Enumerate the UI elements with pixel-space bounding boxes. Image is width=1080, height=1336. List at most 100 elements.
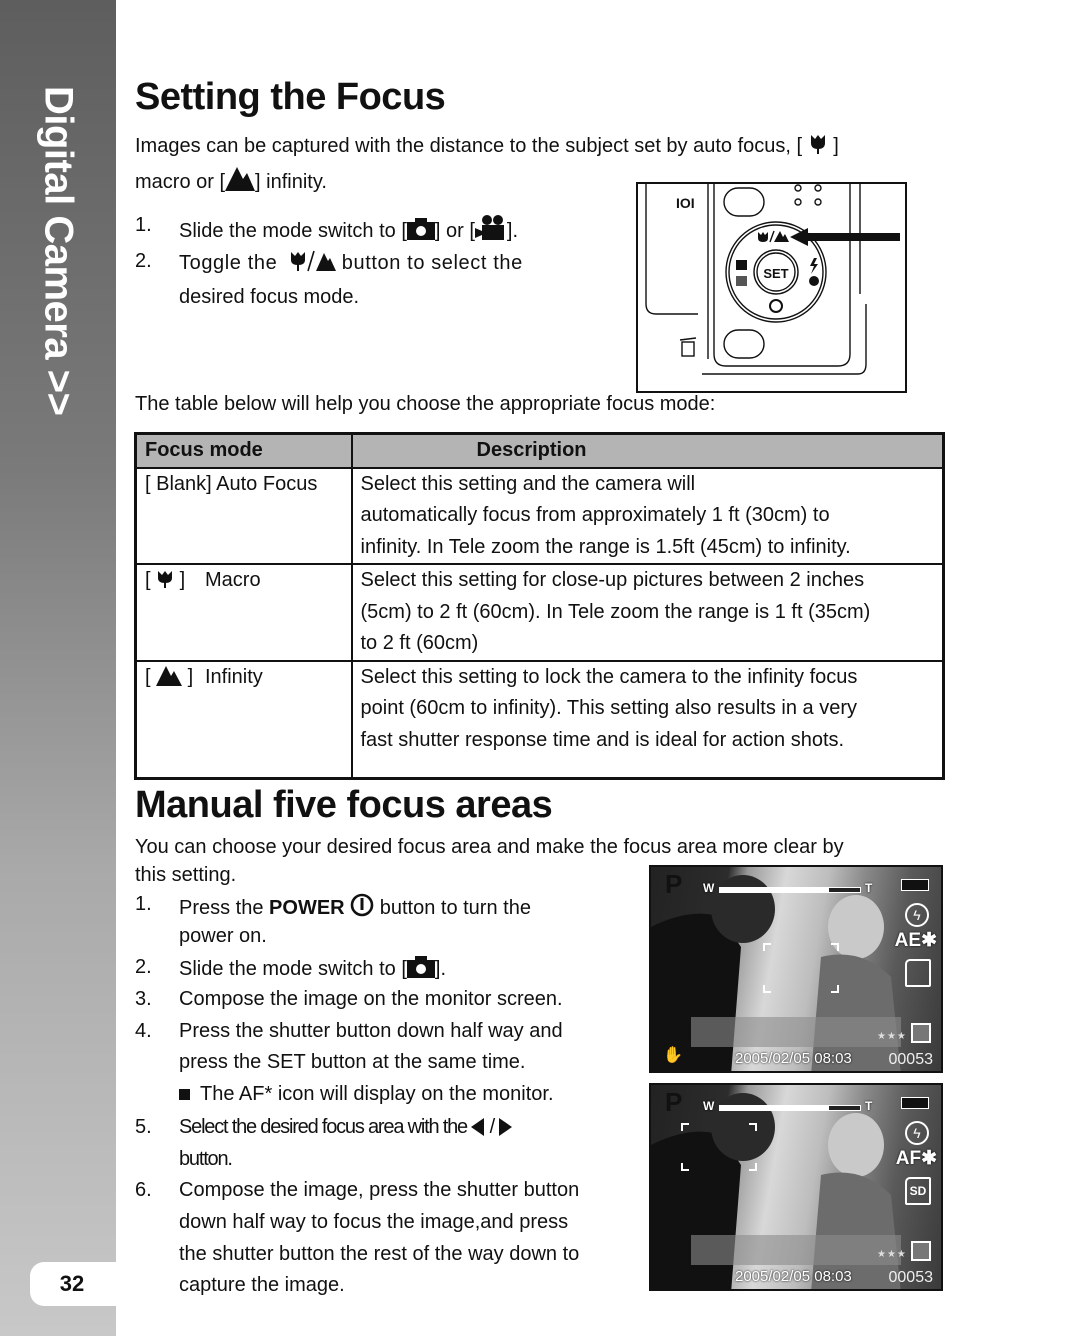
- focus-bracket: [831, 943, 839, 951]
- power-label: POWER: [269, 897, 345, 919]
- page-title: Setting the Focus: [135, 76, 446, 118]
- sd-card-icon: SD: [905, 1177, 931, 1205]
- mode-cell: [ ] Macro: [134, 563, 353, 662]
- zoom-bar: [719, 887, 861, 893]
- left-arrow-icon: [471, 1118, 485, 1136]
- macro-flower-icon: [158, 571, 173, 588]
- flash-off-icon: ϟ: [905, 903, 929, 927]
- step-4-cont: press the SET button at the same time.: [179, 1051, 526, 1073]
- focus-bracket: [763, 985, 771, 993]
- camera-back-diagram: IOI SET: [636, 182, 907, 393]
- focus-bracket: [749, 1123, 757, 1131]
- table-intro: The table below will help you choose the…: [135, 393, 716, 415]
- section-title-manual-focus: Manual five focus areas: [135, 784, 553, 826]
- mode-indicator: P: [665, 869, 683, 899]
- step-6: 6. Compose the image, press the shutter …: [135, 1179, 580, 1201]
- exposure-icon: [736, 260, 747, 286]
- description-cell: Select this setting for close-up picture…: [350, 563, 945, 662]
- focus-mode-table: Focus mode Description [ Blank] Auto Foc…: [134, 432, 945, 780]
- camera-mode-icon: [406, 956, 435, 978]
- step-2-cont: desired focus mode.: [179, 286, 360, 308]
- focus-bracket: [681, 1123, 689, 1131]
- section2-intro: You can choose your desired focus area a…: [135, 836, 844, 858]
- image-size-icon: [911, 1241, 931, 1261]
- battery-icon: [901, 879, 929, 891]
- quality-indicator: ★★★: [877, 1249, 907, 1260]
- step-5-cont: button.: [179, 1148, 233, 1170]
- table-row: [ ] Infinity Select this setting to lock …: [134, 659, 945, 780]
- header-focus-mode: Focus mode: [134, 432, 353, 469]
- exposure-lock-label: AE✱: [894, 930, 937, 951]
- power-icon: [350, 893, 374, 917]
- header-description: Description: [350, 432, 945, 469]
- step-6-cont-3: capture the image.: [179, 1274, 345, 1296]
- infinity-mountain-icon: [225, 167, 256, 191]
- page-number: 32: [30, 1262, 116, 1306]
- step-3: 3. Compose the image on the monitor scre…: [135, 988, 563, 1010]
- af-area-label: AF✱: [895, 1148, 937, 1169]
- step-2: 2. Slide the mode switch to [].: [135, 956, 447, 980]
- focus-bracket: [831, 985, 839, 993]
- shots-remaining: 00053: [888, 1269, 934, 1286]
- zoom-tele-label: T: [865, 1099, 873, 1113]
- self-timer-icon: [769, 299, 783, 313]
- bullet-icon: [179, 1089, 190, 1100]
- scene-photo: [651, 875, 901, 1071]
- video-mode-icon: [474, 215, 504, 240]
- internal-memory-icon: [905, 959, 931, 987]
- table-row: [ ] Macro Select this setting for close-u…: [134, 563, 945, 662]
- mode-cell: [ Blank] Auto Focus: [134, 466, 353, 565]
- set-button-label: SET: [763, 266, 788, 281]
- macro-flower-icon: [810, 135, 825, 154]
- focus-bracket: [763, 943, 771, 951]
- lcd-preview-ae: P W T ϟ AE✱ ★★★ ✋ 2005/02/05 08:03 00053: [649, 865, 943, 1073]
- description-cell: Select this setting to lock the camera t…: [350, 659, 945, 780]
- step-6-cont-1: down half way to focus the image,and pre…: [179, 1211, 569, 1233]
- macro-infinity-toggle-icon: [290, 250, 336, 272]
- step-2: 2. Toggle the button to select the: [135, 250, 523, 274]
- table-row: [ Blank] Auto Focus Select this setting …: [134, 466, 945, 565]
- display-button-icon: IOI: [676, 195, 695, 211]
- sidebar: Digital Camera >> 32: [0, 0, 116, 1336]
- arrow-pointer-icon: [790, 228, 900, 246]
- focus-bracket: [681, 1163, 689, 1171]
- step-1: 1. Press the POWER button to turn the: [135, 893, 531, 919]
- flash-icon: [809, 258, 819, 286]
- lcd-preview-af: P W T ϟ AF✱ SD ★★★ 2005/02/05 08:03 0005…: [649, 1083, 943, 1291]
- infinity-mountain-icon: [156, 665, 183, 686]
- quality-indicator: ★★★: [877, 1031, 907, 1042]
- step-1-cont: power on.: [179, 925, 267, 947]
- delete-icon: [679, 337, 697, 357]
- date-time: 2005/02/05 08:03: [735, 1268, 852, 1285]
- zoom-tele-label: T: [865, 881, 873, 895]
- step-5: 5. Select the desired focus area with th…: [135, 1116, 635, 1146]
- focus-bracket: [749, 1163, 757, 1171]
- zoom-fill: [720, 888, 830, 892]
- zoom-bar: [719, 1105, 861, 1111]
- section-title: Digital Camera >>: [36, 86, 81, 416]
- date-time: 2005/02/05 08:03: [735, 1050, 852, 1067]
- mode-cell: [ ] Infinity: [134, 659, 353, 780]
- description-cell: Select this setting and the camera will …: [350, 466, 945, 565]
- step-4: 4. Press the shutter button down half wa…: [135, 1020, 563, 1042]
- flash-off-icon: ϟ: [905, 1121, 929, 1145]
- intro-paragraph: Images can be captured with the distance…: [135, 135, 839, 157]
- shots-remaining: 00053: [888, 1051, 934, 1068]
- right-arrow-icon: [499, 1118, 513, 1136]
- table-header-row: Focus mode Description: [134, 432, 945, 469]
- stabilizer-hand-icon: ✋: [663, 1047, 683, 1064]
- camera-mode-icon: [406, 218, 435, 240]
- mode-indicator: P: [665, 1087, 683, 1117]
- scene-photo: [651, 1093, 901, 1289]
- step-1: 1. Slide the mode switch to [] or [].: [135, 214, 519, 242]
- macro-infinity-button-icon: [758, 230, 789, 243]
- step-6-cont-2: the shutter button the rest of the way d…: [179, 1243, 580, 1265]
- section2-intro-2: this setting.: [135, 864, 237, 886]
- battery-icon: [901, 1097, 929, 1109]
- image-size-icon: [911, 1023, 931, 1043]
- zoom-wide-label: W: [703, 1099, 715, 1113]
- intro-text: Images can be captured with the distance…: [135, 135, 803, 157]
- intro-paragraph-2: macro or [] infinity.: [135, 164, 327, 200]
- zoom-fill: [720, 1106, 830, 1110]
- step-4-note: The AF* icon will display on the monitor…: [179, 1083, 554, 1106]
